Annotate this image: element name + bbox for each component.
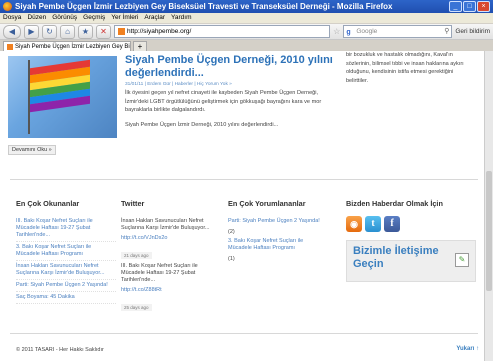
most-read-item[interactable]: İnsan Hakları Savunucuları Nefret Suçlar… — [16, 263, 116, 280]
magnifier-icon[interactable]: ⚲ — [444, 26, 449, 37]
minimize-button[interactable]: _ — [449, 1, 462, 12]
forward-icon[interactable]: ▶ — [24, 24, 39, 39]
vertical-scrollbar[interactable] — [484, 51, 493, 361]
most-read-item[interactable]: III. Bakı Koşar Nefret Suçları ile Mücad… — [16, 218, 116, 242]
most-read-item[interactable]: Parti: Siyah Pembe Üçgen 2 Yaşında! — [16, 282, 116, 292]
feedback-button[interactable]: Geri bildirim — [455, 28, 490, 35]
tab-favicon-icon — [7, 44, 13, 50]
reload-icon[interactable]: ↻ — [42, 24, 57, 39]
search-input[interactable]: g Google ⚲ — [343, 25, 453, 38]
window-title: Siyah Pembe Üçgen İzmir Lezbiyen Gey Bis… — [15, 2, 393, 11]
post-title-link[interactable]: Siyah Pembe Üçgen Derneği, 2010 yılını d… — [125, 54, 335, 80]
url-bar[interactable]: http://siyahpembe.org/ — [114, 25, 331, 38]
page-content: Siyah Pembe Üçgen Derneği, 2010 yılını d… — [0, 51, 493, 361]
stay-informed-heading: Bizden Haberdar Olmak İçin — [346, 199, 443, 208]
sidebar-snippet: bir bozukluk ve hastalık olmadığını, Kav… — [346, 52, 464, 84]
browser-window: Siyah Pembe Üçgen İzmir Lezbiyen Gey Bis… — [0, 0, 493, 361]
tweet-link[interactable]: http://t.co/VJnDs2o — [121, 235, 221, 241]
maximize-button[interactable]: □ — [463, 1, 476, 12]
post-meta: 31/01/11 | Erdem Gür | Haberler | Hiç Yo… — [125, 82, 232, 87]
url-text: http://siyahpembe.org/ — [127, 28, 192, 35]
tweet-link[interactable]: http://t.co/Z88tRt — [121, 287, 221, 293]
scrollbar-thumb[interactable] — [486, 171, 492, 291]
navigation-toolbar: ◀ ▶ ↻ ⌂ ★ ✕ http://siyahpembe.org/ ☆ g G… — [0, 24, 493, 40]
menu-help[interactable]: Yardım — [171, 13, 191, 23]
star-icon[interactable]: ☆ — [333, 27, 340, 36]
most-commented-heading: En Çok Yorumlananlar — [228, 199, 306, 208]
comment-count: (1) — [228, 256, 235, 262]
home-icon[interactable]: ⌂ — [60, 24, 75, 39]
social-links: ◉ t f — [346, 216, 478, 232]
google-icon: g — [346, 29, 351, 36]
menu-bar: Dosya Düzen Görünüş Geçmiş Yer İmleri Ar… — [0, 13, 493, 24]
rss-icon[interactable]: ◉ — [346, 216, 362, 232]
tweet-date: 25 days ago — [121, 304, 152, 311]
contact-us-button[interactable]: Bizimle İletişime Geçin ✎ — [346, 240, 476, 282]
post-excerpt: İlk öyesini geçen yıl nefret cinayeti il… — [125, 90, 322, 113]
contact-line-2: Geçin — [353, 258, 384, 270]
section-divider — [10, 179, 478, 180]
tweet-text: III. Bakı Koşar Nefret Suçları ile Mücad… — [121, 263, 198, 283]
menu-bookmarks[interactable]: Yer İmleri — [111, 13, 138, 23]
firefox-icon — [3, 2, 12, 11]
search-placeholder: Google — [356, 28, 378, 35]
close-button[interactable]: × — [477, 1, 490, 12]
facebook-icon[interactable]: f — [384, 216, 400, 232]
read-more-button[interactable]: Devamını Oku » — [8, 145, 56, 155]
twitter-icon[interactable]: t — [365, 216, 381, 232]
stay-informed-column: Bizden Haberdar Olmak İçin ◉ t f Bizimle… — [346, 199, 478, 282]
menu-tools[interactable]: Araçlar — [144, 13, 165, 23]
menu-file[interactable]: Dosya — [3, 13, 21, 23]
back-to-top-link[interactable]: Yukarı ↑ — [456, 346, 479, 352]
menu-history[interactable]: Geçmiş — [83, 13, 105, 23]
edit-icon: ✎ — [455, 253, 469, 267]
twitter-column: Twitter İnsan Hakları Savunucuları Nefre… — [121, 199, 221, 315]
stop-icon[interactable]: ✕ — [96, 24, 111, 39]
footer-copyright: © 2011 TASARI - Her Hakkı Saklıdır — [16, 347, 104, 353]
contact-line-1: Bizimle İletişime — [353, 245, 439, 257]
tweet-text: İnsan Hakları Savunucuları Nefret Suçlar… — [121, 218, 210, 231]
menu-edit[interactable]: Düzen — [27, 13, 46, 23]
site-favicon-icon — [118, 28, 125, 35]
most-read-item[interactable]: 3. Bakı Koşar Nefret Suçları ile Mücadel… — [16, 244, 116, 261]
most-read-column: En Çok Okunanlar III. Bakı Koşar Nefret … — [16, 199, 116, 306]
most-commented-item[interactable]: Parti: Siyah Pembe Üçgen 2 Yaşında! — [228, 218, 328, 227]
tweet-date: 21 days ago — [121, 252, 152, 259]
menu-view[interactable]: Görünüş — [52, 13, 77, 23]
title-bar: Siyah Pembe Üçgen İzmir Lezbiyen Gey Bis… — [0, 0, 493, 13]
rainbow-flag — [30, 59, 90, 112]
most-commented-item[interactable]: 3. Bakı Koşar Nefret Suçları ile Mücadel… — [228, 238, 328, 254]
post-more-text: Siyah Pembe Üçgen İzmir Derneği, 2010 yı… — [125, 122, 279, 128]
post-image[interactable] — [8, 56, 117, 138]
footer-divider — [10, 333, 478, 334]
bookmark-toolbar-icon[interactable]: ★ — [78, 24, 93, 39]
most-read-item[interactable]: Saç Boyama: 45 Dakika — [16, 294, 116, 304]
most-read-heading: En Çok Okunanlar — [16, 199, 80, 208]
twitter-heading: Twitter — [121, 199, 145, 208]
most-commented-column: En Çok Yorumlananlar Parti: Siyah Pembe … — [228, 199, 328, 265]
back-icon[interactable]: ◀ — [3, 24, 21, 39]
comment-count: (2) — [228, 229, 235, 235]
